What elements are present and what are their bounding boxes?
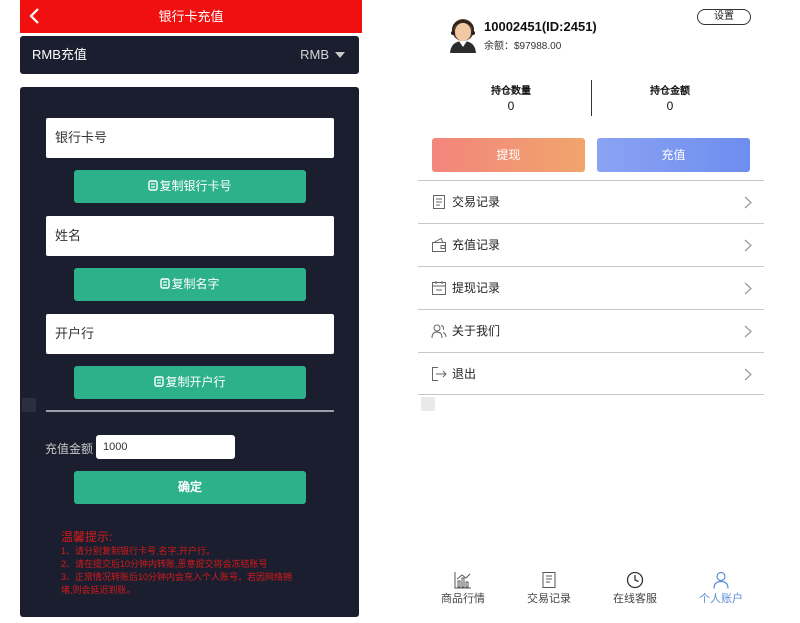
copy-bank-card-label: 复制银行卡号 <box>159 179 232 193</box>
menu-item-about-us[interactable]: 关于我们 <box>418 309 764 352</box>
confirm-button[interactable]: 确定 <box>74 471 306 504</box>
menu-item-label: 关于我们 <box>452 324 501 338</box>
copy-name-button[interactable]: 复制名字 <box>74 268 306 301</box>
copy-icon <box>148 180 159 191</box>
menu-divider <box>418 394 764 395</box>
nav-market-quotes[interactable]: 商品行情 <box>428 571 498 606</box>
bank-branch-field[interactable]: 开户行 <box>46 314 334 354</box>
name-field[interactable]: 姓名 <box>46 216 334 256</box>
back-arrow-icon[interactable] <box>24 4 46 28</box>
menu-item-withdraw-records[interactable]: 提现记录 <box>418 266 764 309</box>
recharge-form-panel: 银行卡号 复制银行卡号 姓名 复制名字 开户行 复制开户行 充值金额 确定 温馨… <box>20 87 359 617</box>
menu-item-transaction-records[interactable]: 交易记录 <box>418 180 764 223</box>
logout-icon <box>432 367 447 381</box>
user-id: 10002451(ID:2451) <box>484 19 597 34</box>
avatar <box>450 19 476 53</box>
scroll-marker <box>22 398 36 412</box>
nav-label: 交易记录 <box>527 593 571 605</box>
chevron-right-icon <box>744 325 752 338</box>
copy-name-label: 复制名字 <box>171 277 220 291</box>
recharge-method-select[interactable]: RMB充值 RMB <box>20 36 359 74</box>
copy-icon <box>154 376 165 387</box>
user-icon <box>713 571 729 589</box>
form-divider <box>46 410 334 412</box>
recharge-method-label: RMB充值 <box>32 47 87 62</box>
tips-title: 温馨提示: <box>61 530 113 544</box>
page-header: 银行卡充值 <box>20 0 362 33</box>
page-title: 银行卡充值 <box>158 9 224 24</box>
withdraw-button[interactable]: 提现 <box>432 138 585 172</box>
people-icon <box>431 324 447 339</box>
currency-value: RMB <box>300 47 329 62</box>
holding-quantity-value: 0 <box>507 99 515 113</box>
recharge-button[interactable]: 充值 <box>597 138 750 172</box>
recharge-amount-input[interactable] <box>96 435 235 459</box>
nav-transaction-records[interactable]: 交易记录 <box>514 571 584 606</box>
holding-quantity-label: 持仓数量 <box>491 86 531 97</box>
document-icon <box>433 195 445 209</box>
clock-icon <box>626 571 644 589</box>
tip-line: 2、请在提交后10分钟内转账,恶意提交将会冻结账号 <box>61 559 268 569</box>
menu-item-label: 交易记录 <box>452 195 501 209</box>
wallet-icon <box>432 237 446 252</box>
stats-divider <box>591 80 592 116</box>
menu-item-label: 充值记录 <box>452 238 501 252</box>
chevron-right-icon <box>744 282 752 295</box>
menu-item-label: 退出 <box>452 367 477 381</box>
menu-item-logout[interactable]: 退出 <box>418 352 764 395</box>
dropdown-arrow-icon <box>335 52 345 58</box>
copy-icon <box>160 278 171 289</box>
nav-label: 个人账户 <box>699 593 743 605</box>
scroll-marker <box>421 397 435 411</box>
menu-item-recharge-records[interactable]: 充值记录 <box>418 223 764 266</box>
receipt-icon <box>542 572 556 588</box>
account-balance: 余额：$97988.00 <box>484 41 562 52</box>
nav-label: 在线客服 <box>613 593 657 605</box>
settings-button[interactable]: 设置 <box>697 9 751 25</box>
tip-line: 1、请分别复制银行卡号,名字,开户行。 <box>61 546 216 556</box>
copy-bank-branch-label: 复制开户行 <box>165 375 226 389</box>
copy-bank-branch-button[interactable]: 复制开户行 <box>74 366 306 399</box>
nav-label: 商品行情 <box>441 593 485 605</box>
calendar-icon <box>432 281 446 295</box>
chevron-right-icon <box>744 196 752 209</box>
nav-personal-account[interactable]: 个人账户 <box>686 571 756 606</box>
recharge-amount-label: 充值金额 <box>45 442 94 456</box>
chevron-right-icon <box>744 239 752 252</box>
chart-icon <box>454 572 471 589</box>
tip-line: 堵,则会延迟到账。 <box>61 585 136 595</box>
menu-item-label: 提现记录 <box>452 281 501 295</box>
chevron-right-icon <box>744 368 752 381</box>
nav-online-service[interactable]: 在线客服 <box>600 571 670 606</box>
holding-amount-label: 持仓金额 <box>650 86 690 97</box>
tip-line: 3、正常情况转账后10分钟内会充入个人账号。若因网络拥 <box>61 572 293 582</box>
bank-card-number-field[interactable]: 银行卡号 <box>46 118 334 158</box>
copy-bank-card-button[interactable]: 复制银行卡号 <box>74 170 306 203</box>
holding-amount-value: 0 <box>666 99 674 113</box>
